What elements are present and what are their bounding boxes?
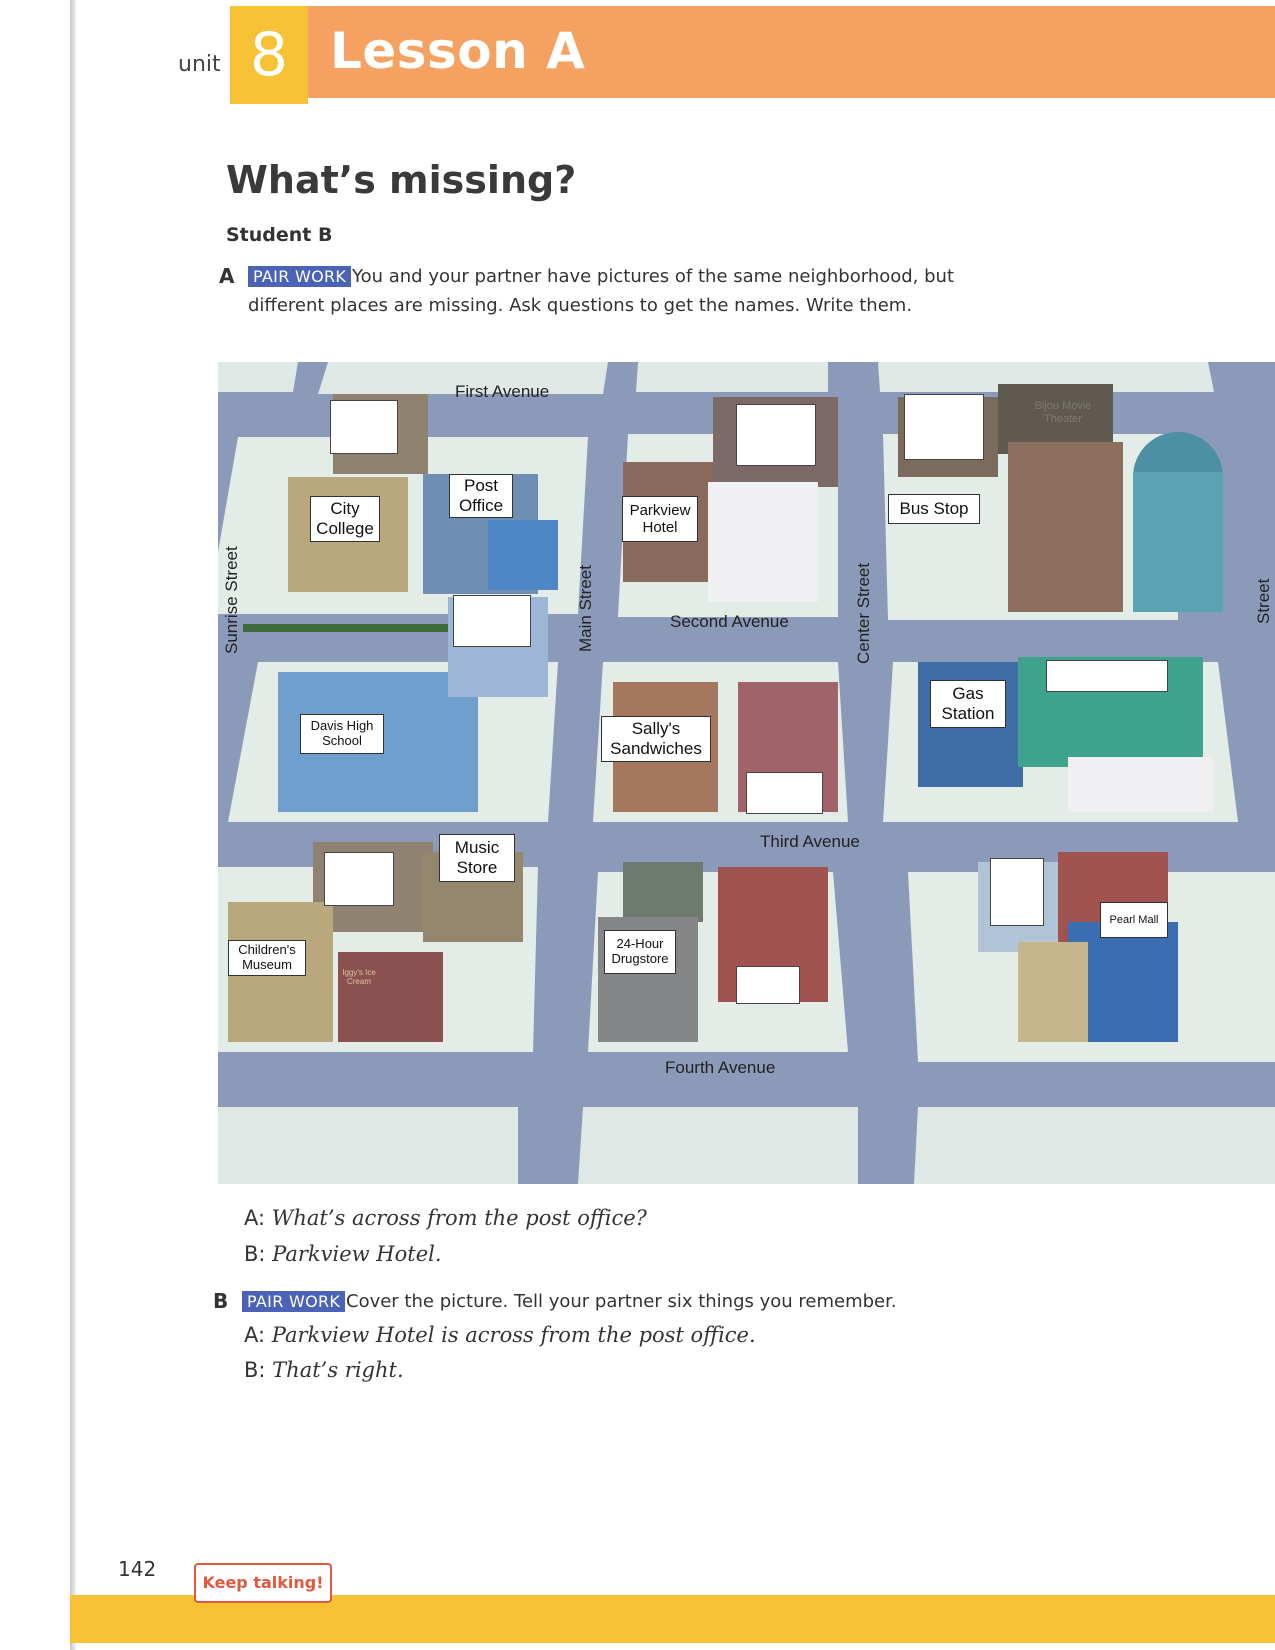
lesson-title: Lesson A (330, 22, 586, 80)
blank-box[interactable] (324, 852, 394, 906)
curb-strip (578, 1107, 858, 1184)
curb-strip (218, 362, 298, 392)
street-sunrise: Sunrise Street (222, 546, 241, 654)
dialog-text: What’s across from the post office? (271, 1206, 647, 1230)
building (1068, 757, 1213, 812)
street-center: Center Street (854, 562, 873, 664)
building (488, 520, 558, 590)
blank-box[interactable] (330, 400, 398, 454)
keep-talking-tag: Keep talking! (194, 1563, 332, 1603)
blank-box[interactable] (736, 404, 816, 466)
tower (1133, 472, 1223, 612)
instruction-a-line1: You and your partner have pictures of th… (352, 266, 955, 287)
label-parkview-hotel: Parkview Hotel (622, 496, 698, 542)
street-right: Street (1254, 578, 1273, 624)
building (708, 482, 818, 602)
dialog-text: Parkview Hotel is across from the post o… (271, 1323, 756, 1347)
blank-box[interactable] (453, 595, 531, 647)
neighborhood-map: City College Post Office Parkview Hotel … (218, 362, 1275, 1184)
instruction-b: Cover the picture. Tell your partner six… (346, 1291, 897, 1312)
dialog-a-line1: A: What’s across from the post office? (244, 1206, 647, 1230)
label-gas-station: Gas Station (930, 680, 1006, 728)
label-post-office: Post Office (449, 474, 513, 518)
label-music-store: Music Store (439, 834, 515, 882)
speaker: A: (244, 1323, 266, 1347)
page-number: 142 (118, 1557, 157, 1581)
label-iggys-ice-cream: Iggy's Ice Cream (342, 967, 376, 986)
student-label: Student B (226, 224, 333, 246)
label-davis-high-school: Davis High School (300, 714, 384, 754)
dialog-a-line2: B: Parkview Hotel. (244, 1242, 442, 1266)
label-bijou: Bijou Movie Theater (1034, 400, 1092, 425)
street-second-avenue: Second Avenue (670, 612, 789, 631)
page-edge (70, 0, 76, 1650)
blank-box[interactable] (736, 966, 800, 1004)
blank-box[interactable] (1046, 660, 1168, 692)
building (623, 862, 703, 922)
label-drugstore: 24-Hour Drugstore (604, 930, 676, 974)
pair-work-badge-b: PAIR WORK (242, 1291, 346, 1312)
label-pearl-mall: Pearl Mall (1100, 902, 1168, 938)
blank-box[interactable] (990, 858, 1044, 926)
section-b-letter: B (213, 1289, 229, 1313)
dialog-text: Parkview Hotel. (272, 1242, 442, 1266)
label-bus-stop: Bus Stop (888, 494, 980, 524)
label-sallys-sandwiches: Sally's Sandwiches (601, 716, 711, 762)
unit-number: 8 (230, 6, 308, 104)
curb-strip (914, 1107, 1275, 1184)
street-main: Main Street (576, 565, 595, 652)
building (1008, 442, 1123, 612)
curb-strip (218, 1107, 518, 1184)
pair-work-badge-a: PAIR WORK (248, 266, 352, 287)
dialog-b-line1: A: Parkview Hotel is across from the pos… (244, 1323, 756, 1347)
street-third-avenue: Third Avenue (760, 832, 860, 851)
speaker: B: (244, 1242, 266, 1266)
label-childrens-museum: Children's Museum (228, 940, 306, 976)
building (1018, 942, 1088, 1042)
section-a-letter: A (219, 264, 235, 288)
page-title: What’s missing? (226, 158, 577, 202)
instruction-a-line2: different places are missing. Ask questi… (248, 295, 913, 316)
street-fourth-avenue: Fourth Avenue (665, 1058, 776, 1077)
street-first-avenue: First Avenue (455, 382, 550, 401)
label-city-college: City College (310, 496, 380, 542)
blank-box[interactable] (746, 772, 823, 814)
dialog-b-line2: B: That’s right. (244, 1358, 404, 1382)
curb-strip (636, 362, 828, 392)
blank-box[interactable] (904, 394, 984, 460)
unit-label: unit (178, 52, 221, 77)
speaker: B: (244, 1358, 266, 1382)
speaker: A: (244, 1206, 266, 1230)
dialog-text: That’s right. (272, 1358, 404, 1382)
